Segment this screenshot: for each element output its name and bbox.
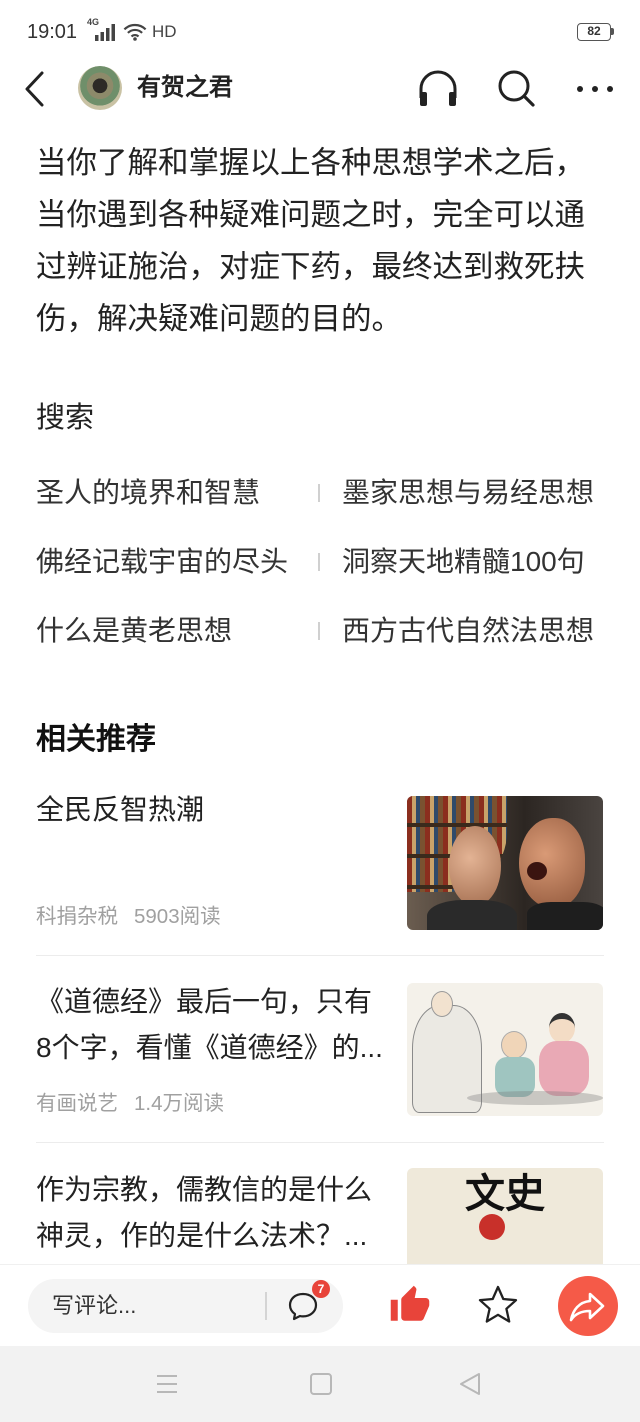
thumbnail-logo-text: 文史 — [465, 1170, 545, 1217]
comment-count-badge: 7 — [312, 1280, 330, 1298]
bottom-action-bar: 写评论... 7 — [0, 1264, 640, 1346]
search-row: 圣人的境界和智慧 墨家思想与易经思想 — [0, 459, 640, 528]
more-button[interactable] — [574, 74, 618, 104]
signal-icon — [95, 24, 115, 41]
comment-placeholder: 写评论... — [52, 1293, 137, 1318]
hd-label: HD — [152, 22, 177, 41]
divider — [36, 1142, 604, 1143]
like-button[interactable] — [389, 1284, 431, 1326]
search-suggestion[interactable]: 西方古代自然法思想 — [342, 611, 594, 651]
battery-nub — [611, 28, 614, 35]
recommend-item[interactable]: 作为宗教，儒教信的是什么 神灵，作的是什么法术？... 文史 — [0, 1158, 640, 1278]
share-arrow-icon — [569, 1292, 605, 1322]
recommend-title: 《道德经》最后一句，只有 8个字，看懂《道德经》的... — [36, 979, 383, 1071]
wifi-icon — [123, 23, 147, 41]
search-suggestion[interactable]: 佛经记载宇宙的尽头 — [36, 542, 288, 582]
status-bar: 19:01 4G HD 82 — [0, 0, 640, 64]
search-row: 什么是黄老思想 西方古代自然法思想 — [0, 597, 640, 666]
thumbs-up-icon — [390, 1285, 430, 1321]
headphone-icon — [419, 70, 457, 106]
divider — [318, 622, 320, 640]
recommend-title-line: 神灵，作的是什么法术？... — [36, 1220, 368, 1251]
thumbnail-woman-head — [549, 1013, 575, 1043]
status-time: 19:01 — [27, 21, 78, 43]
divider — [265, 1292, 267, 1320]
recommend-source: 科捐杂税 — [36, 905, 118, 928]
search-suggestion[interactable]: 什么是黄老思想 — [36, 611, 232, 651]
search-suggestion[interactable]: 墨家思想与易经思想 — [342, 473, 594, 513]
search-icon — [498, 70, 535, 107]
divider — [318, 553, 320, 571]
comment-input[interactable]: 写评论... — [28, 1279, 343, 1333]
back-triangle-icon[interactable] — [458, 1372, 482, 1396]
search-button[interactable] — [494, 66, 538, 110]
recommend-reads: 5903阅读 — [134, 905, 221, 928]
listen-button[interactable] — [417, 68, 459, 110]
author-name[interactable]: 有贺之君 — [137, 73, 233, 103]
recommend-title: 全民反智热潮 — [36, 791, 204, 829]
more-dots-icon — [577, 86, 613, 92]
thumbnail-seal — [479, 1214, 505, 1240]
recommend-title-line: 《道德经》最后一句，只有 — [36, 986, 373, 1017]
recommend-meta: 科捐杂税 5903阅读 — [36, 904, 221, 930]
recommend-item[interactable]: 《道德经》最后一句，只有 8个字，看懂《道德经》的... 有画说艺 1.4万阅读 — [0, 970, 640, 1135]
recommend-thumbnail: 文史 — [407, 1168, 603, 1278]
thumbnail-face-right — [519, 818, 585, 908]
search-heading: 搜索 — [36, 402, 95, 434]
home-square-icon[interactable] — [310, 1373, 332, 1395]
back-button[interactable] — [18, 68, 58, 110]
recommend-title: 作为宗教，儒教信的是什么 神灵，作的是什么法术？... — [36, 1167, 372, 1259]
thumbnail-face-left — [449, 826, 501, 906]
search-suggestion[interactable]: 圣人的境界和智慧 — [36, 473, 260, 513]
share-button[interactable] — [558, 1276, 618, 1336]
thumbnail-mouth — [527, 862, 547, 880]
star-icon — [478, 1285, 518, 1323]
thumbnail-child-head — [501, 1031, 527, 1059]
recommend-source: 有画说艺 — [36, 1092, 118, 1115]
divider — [318, 484, 320, 502]
menu-icon[interactable] — [155, 1373, 179, 1395]
recommend-reads: 1.4万阅读 — [134, 1092, 224, 1115]
avatar[interactable] — [78, 66, 122, 110]
battery-level: 82 — [587, 24, 601, 38]
recommend-thumbnail — [407, 796, 603, 930]
recommend-meta: 有画说艺 1.4万阅读 — [36, 1091, 224, 1117]
favorite-button[interactable] — [477, 1284, 519, 1326]
search-suggestions: 圣人的境界和智慧 墨家思想与易经思想 佛经记载宇宙的尽头 洞察天地精髓100句 … — [0, 459, 640, 666]
thumbnail-body-left — [427, 900, 517, 930]
recommend-heading: 相关推荐 — [36, 723, 156, 756]
thumbnail-ground — [467, 1091, 603, 1105]
thumbnail-figure-head — [431, 991, 453, 1017]
thumbnail-body-right — [527, 902, 603, 930]
divider — [36, 955, 604, 956]
recommend-item[interactable]: 全民反智热潮 科捐杂税 5903阅读 — [0, 786, 640, 946]
system-nav-bar — [0, 1346, 640, 1422]
thumbnail-woman-body — [539, 1041, 589, 1096]
article-paragraph: 当你了解和掌握以上各种思想学术之后，当你遇到各种疑难问题之时，完全可以通过辨证施… — [36, 146, 585, 336]
recommend-title-line: 全民反智热潮 — [36, 794, 205, 825]
search-suggestion[interactable]: 洞察天地精髓100句 — [342, 542, 585, 582]
search-row: 佛经记载宇宙的尽头 洞察天地精髓100句 — [0, 528, 640, 597]
back-arrow-icon — [25, 71, 44, 107]
recommend-title-line: 8个字，看懂《道德经》的... — [36, 1032, 383, 1063]
battery-icon: 82 — [577, 23, 611, 41]
recommend-title-line: 作为宗教，儒教信的是什么 — [36, 1174, 373, 1205]
recommend-thumbnail — [407, 983, 603, 1116]
